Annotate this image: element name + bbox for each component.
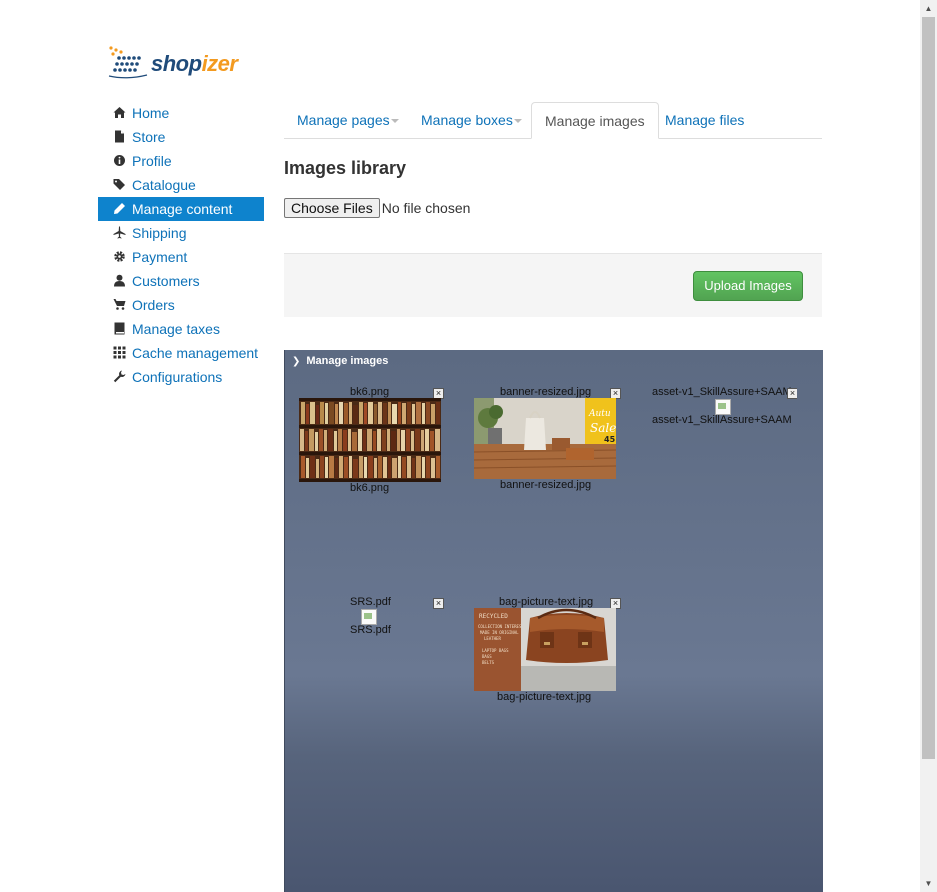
pencil-icon [113, 201, 126, 214]
image-name-bottom: banner-resized.jpg [500, 479, 592, 491]
sidebar-item-cache-management[interactable]: Cache management [98, 341, 264, 365]
sidebar-nav: Home Store Profile Catalogue Manage cont… [98, 101, 264, 389]
sidebar-item-payment[interactable]: Payment [98, 245, 264, 269]
tab-label: Manage images [545, 113, 645, 129]
image-name-top: banner-resized.jpg [500, 386, 592, 398]
tab-label: Manage boxes [421, 112, 513, 128]
image-name-top: asset-v1_SkillAssure+SAAM [652, 386, 792, 398]
sidebar-item-label: Payment [132, 249, 188, 265]
book-icon [113, 321, 126, 335]
sidebar-item-manage-taxes[interactable]: Manage taxes [98, 317, 264, 341]
panel-header[interactable]: ❯ Manage images [285, 350, 823, 373]
sidebar-item-label: Store [132, 129, 166, 145]
sidebar-item-profile[interactable]: Profile [98, 149, 264, 173]
plane-icon [113, 225, 126, 239]
sidebar-item-label: Profile [132, 153, 172, 169]
image-name-bottom: asset-v1_SkillAssure+SAAM [652, 414, 792, 426]
file-input-row: Choose Files No file chosen [284, 198, 470, 218]
sidebar-item-label: Catalogue [132, 177, 196, 193]
logo-text-izer: izer [201, 51, 238, 76]
user-icon [113, 273, 126, 287]
image-item-banner-resized: banner-resized.jpg × Autu Sale 45 banner… [473, 386, 621, 496]
upload-images-button[interactable]: Upload Images [693, 271, 803, 301]
sidebar-item-label: Shipping [132, 225, 187, 241]
image-name-top: bk6.png [350, 386, 390, 398]
svg-text:BAGS: BAGS [482, 654, 492, 659]
scroll-down-arrow-icon[interactable]: ▼ [920, 875, 937, 892]
caret-down-icon [390, 119, 399, 123]
svg-text:Autu: Autu [588, 409, 611, 419]
image-name-bottom: SRS.pdf [350, 624, 391, 636]
tab-manage-pages[interactable]: Manage pages [284, 102, 412, 138]
sidebar-item-label: Cache management [132, 345, 259, 361]
svg-text:LEATHER: LEATHER [484, 636, 501, 641]
scrollbar-thumb[interactable] [922, 17, 935, 759]
panel-title: Manage images [306, 355, 389, 367]
sidebar-item-shipping[interactable]: Shipping [98, 221, 264, 245]
home-icon [113, 105, 126, 118]
svg-text:45: 45 [604, 435, 616, 444]
image-item-asset-v1: asset-v1_SkillAssure+SAAM × asset-v1_Ski… [651, 386, 797, 466]
sidebar-item-home[interactable]: Home [98, 101, 264, 125]
svg-text:COLLECTION INTEREST: COLLECTION INTEREST [478, 624, 524, 629]
delete-icon[interactable]: × [433, 598, 444, 609]
page-title: Images library [284, 158, 407, 178]
manage-images-panel: ❯ Manage images bk6.png × bk6.png banner-… [284, 350, 823, 892]
content-tabs: Manage pages Manage boxes Manage images … [284, 102, 822, 139]
tab-manage-images[interactable]: Manage images [531, 102, 659, 139]
scroll-up-arrow-icon[interactable]: ▲ [920, 0, 937, 17]
caret-down-icon [513, 119, 522, 123]
sidebar-item-configurations[interactable]: Configurations [98, 365, 264, 389]
sidebar-item-label: Customers [132, 273, 200, 289]
grid-icon [113, 345, 126, 359]
tab-manage-files[interactable]: Manage files [652, 102, 757, 138]
svg-text:Sale: Sale [590, 421, 616, 435]
sidebar-item-label: Orders [132, 297, 175, 313]
logo-dots-icon [108, 46, 148, 79]
broken-image-icon[interactable] [715, 399, 731, 415]
shopizer-logo[interactable]: shopizer [107, 44, 238, 82]
tab-manage-boxes[interactable]: Manage boxes [408, 102, 535, 138]
image-name-top: bag-picture-text.jpg [499, 596, 594, 608]
file-status-text: No file chosen [381, 200, 471, 216]
broken-image-icon[interactable] [361, 609, 377, 625]
wrench-icon [113, 369, 126, 383]
svg-text:MADE IN ORIGINAL: MADE IN ORIGINAL [480, 630, 519, 635]
delete-icon[interactable]: × [787, 388, 797, 399]
sidebar-item-manage-content[interactable]: Manage content [98, 197, 264, 221]
bookshelf-thumbnail[interactable] [299, 398, 441, 482]
image-item-bag-picture-text: bag-picture-text.jpg × RECYCLED COLLECTI… [473, 596, 621, 708]
image-name-bottom: bk6.png [350, 482, 390, 494]
svg-text:BELTS: BELTS [482, 660, 495, 665]
tab-label: Manage pages [297, 112, 390, 128]
sidebar-item-label: Manage taxes [132, 321, 220, 337]
logo-text: shopizer [151, 51, 238, 77]
tags-icon [113, 177, 126, 190]
sidebar-item-orders[interactable]: Orders [98, 293, 264, 317]
image-item-srs-pdf: SRS.pdf × SRS.pdf [297, 596, 444, 646]
sidebar-item-catalogue[interactable]: Catalogue [98, 173, 264, 197]
cart-icon [113, 297, 126, 310]
page-scrollbar[interactable]: ▲ ▼ [920, 0, 937, 892]
image-name-bottom: bag-picture-text.jpg [497, 691, 592, 703]
bag-thumbnail[interactable]: RECYCLED COLLECTION INTEREST MADE IN ORI… [474, 608, 616, 691]
tab-label: Manage files [665, 112, 745, 128]
sidebar-item-label: Configurations [132, 369, 223, 385]
sidebar-item-label: Home [132, 105, 170, 121]
form-actions-bar: Upload Images [284, 253, 822, 317]
chevron-down-icon: ❯ [292, 356, 301, 367]
image-item-bk6: bk6.png × bk6.png [297, 386, 444, 496]
cog-icon [113, 249, 126, 262]
logo-text-shop: shop [151, 51, 202, 76]
file-icon [113, 129, 126, 143]
sidebar-item-store[interactable]: Store [98, 125, 264, 149]
banner-thumbnail[interactable]: Autu Sale 45 [474, 398, 616, 479]
image-name-top: SRS.pdf [350, 596, 391, 608]
svg-text:LAPTOP BAGS: LAPTOP BAGS [482, 648, 509, 653]
choose-files-button[interactable]: Choose Files [284, 198, 380, 218]
info-icon [113, 153, 126, 166]
svg-text:RECYCLED: RECYCLED [479, 613, 508, 620]
sidebar-item-customers[interactable]: Customers [98, 269, 264, 293]
sidebar-item-label: Manage content [132, 201, 233, 217]
